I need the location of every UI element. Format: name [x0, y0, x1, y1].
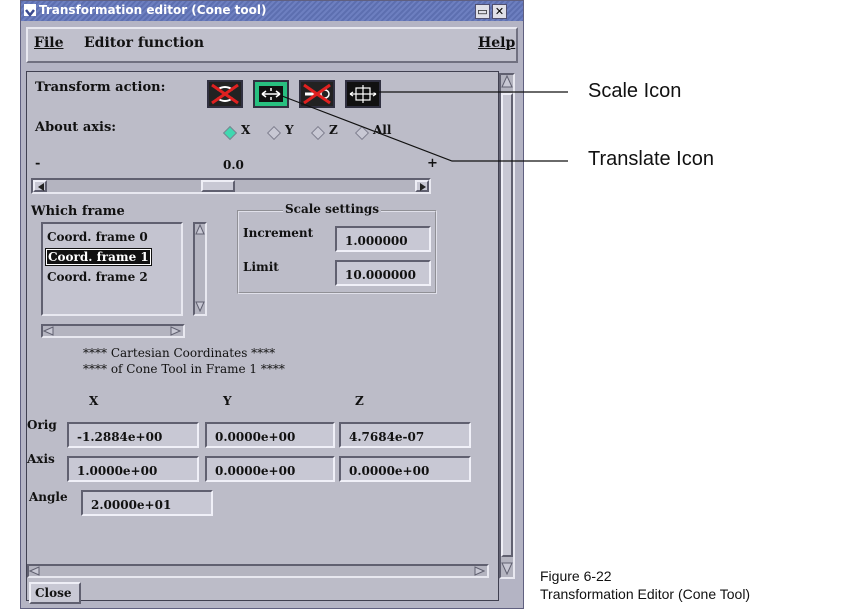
callout-lines	[281, 91, 568, 162]
figure-number: Figure 6-22	[540, 568, 612, 584]
translate-callout-line	[281, 95, 568, 162]
figure-caption: Transformation Editor (Cone Tool)	[540, 586, 751, 602]
translate-icon-callout: Translate Icon	[588, 148, 714, 170]
scale-icon-callout: Scale Icon	[588, 80, 682, 102]
